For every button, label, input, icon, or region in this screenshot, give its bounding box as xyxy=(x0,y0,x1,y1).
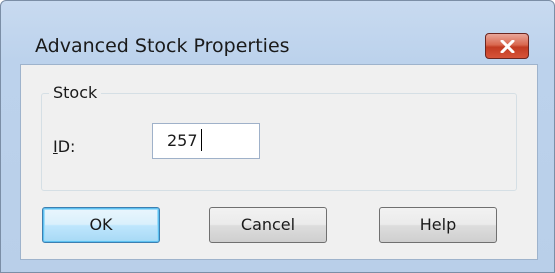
ok-button[interactable]: OK xyxy=(42,207,160,243)
cancel-button[interactable]: Cancel xyxy=(209,207,327,243)
close-button[interactable] xyxy=(485,33,529,59)
id-label-text: D: xyxy=(57,137,76,156)
title-bar[interactable]: Advanced Stock Properties xyxy=(1,1,554,63)
groupbox-label: Stock xyxy=(49,83,102,102)
dialog-window: Advanced Stock Properties Stock ID: 257 … xyxy=(0,0,555,273)
text-caret xyxy=(201,129,202,151)
stock-groupbox xyxy=(41,93,517,191)
id-input[interactable]: 257 xyxy=(152,123,260,159)
close-icon xyxy=(500,40,515,53)
dialog-body: Stock ID: 257 OK Cancel Help xyxy=(20,64,538,260)
id-label: ID: xyxy=(53,137,75,156)
window-title: Advanced Stock Properties xyxy=(35,35,290,57)
help-button[interactable]: Help xyxy=(379,207,497,243)
